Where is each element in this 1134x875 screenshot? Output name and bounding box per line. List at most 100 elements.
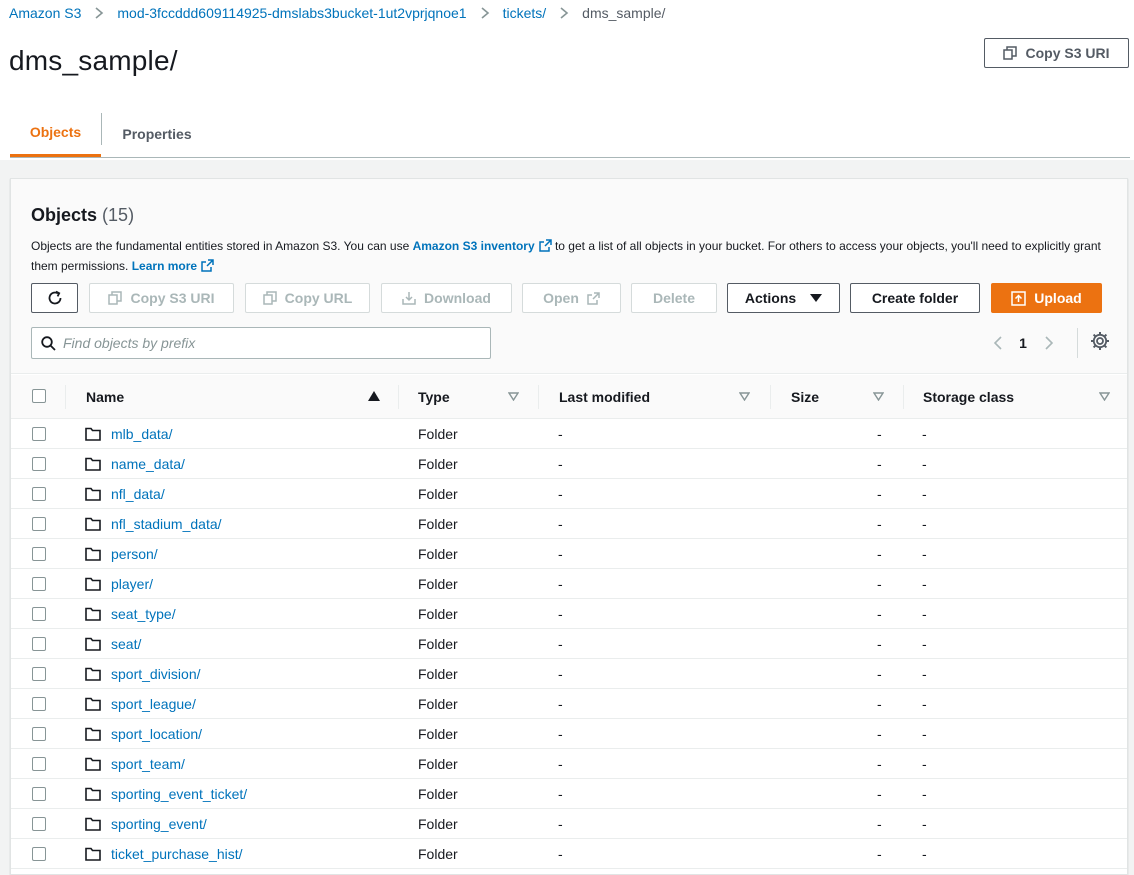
object-name-link[interactable]: seat_type/ xyxy=(111,599,176,629)
chevron-right-icon[interactable] xyxy=(1035,329,1063,357)
create-folder-button[interactable]: Create folder xyxy=(850,283,980,313)
breadcrumb-item-tickets[interactable]: tickets/ xyxy=(503,5,547,21)
column-header-size[interactable]: Size xyxy=(791,375,819,419)
object-name-link[interactable]: player/ xyxy=(111,569,153,599)
folder-icon xyxy=(85,457,101,471)
refresh-button[interactable] xyxy=(31,283,78,313)
download-button[interactable]: Download xyxy=(381,283,512,313)
pagination: 1 xyxy=(983,329,1063,357)
tab-objects[interactable]: Objects xyxy=(10,110,101,157)
sort-ascending-icon[interactable] xyxy=(368,391,380,401)
sort-icon[interactable] xyxy=(1099,392,1110,401)
object-last-modified: - xyxy=(558,816,563,832)
table-row: sport_division/ Folder - - - xyxy=(11,659,1127,689)
column-header-storage-class[interactable]: Storage class xyxy=(923,375,1014,419)
object-storage-class: - xyxy=(922,696,927,712)
sort-icon[interactable] xyxy=(508,392,519,401)
page-header: Amazon S3 mod-3fccddd609114925-dmslabs3b… xyxy=(0,0,1134,160)
object-name-link[interactable]: mlb_data/ xyxy=(111,419,172,449)
object-type: Folder xyxy=(418,726,458,742)
object-name-link[interactable]: nfl_data/ xyxy=(111,479,165,509)
object-name-link[interactable]: sport_league/ xyxy=(111,689,196,719)
object-name-link[interactable]: name_data/ xyxy=(111,449,185,479)
object-name-link[interactable]: ticket_purchase_hist/ xyxy=(111,839,243,869)
row-checkbox[interactable] xyxy=(32,697,46,711)
folder-icon xyxy=(85,787,101,801)
table-row: sport_location/ Folder - - - xyxy=(11,719,1127,749)
row-checkbox[interactable] xyxy=(32,757,46,771)
object-name-link[interactable]: sporting_event/ xyxy=(111,809,207,839)
breadcrumb-item-amazon-s3[interactable]: Amazon S3 xyxy=(9,5,81,21)
copy-url-button[interactable]: Copy URL xyxy=(245,283,370,313)
delete-button[interactable]: Delete xyxy=(631,283,717,313)
inventory-link[interactable]: Amazon S3 inventory xyxy=(413,239,552,253)
tab-properties[interactable]: Properties xyxy=(102,110,212,157)
object-storage-class: - xyxy=(922,666,927,682)
column-header-name[interactable]: Name xyxy=(86,375,124,419)
object-last-modified: - xyxy=(558,726,563,742)
actions-dropdown[interactable]: Actions xyxy=(727,283,840,313)
sort-icon[interactable] xyxy=(739,392,750,401)
row-checkbox[interactable] xyxy=(32,607,46,621)
column-header-type[interactable]: Type xyxy=(418,375,450,419)
column-divider xyxy=(65,385,66,409)
row-checkbox[interactable] xyxy=(32,577,46,591)
select-all-checkbox[interactable] xyxy=(32,389,46,403)
object-name-link[interactable]: person/ xyxy=(111,539,158,569)
row-checkbox[interactable] xyxy=(32,637,46,651)
object-type: Folder xyxy=(418,576,458,592)
object-name-link[interactable]: nfl_stadium_data/ xyxy=(111,509,222,539)
breadcrumb-item-bucket[interactable]: mod-3fccddd609114925-dmslabs3bucket-1ut2… xyxy=(117,5,466,21)
row-checkbox[interactable] xyxy=(32,517,46,531)
object-type: Folder xyxy=(418,486,458,502)
row-checkbox[interactable] xyxy=(32,667,46,681)
chevron-left-icon[interactable] xyxy=(983,329,1011,357)
table-row: nfl_stadium_data/ Folder - - - xyxy=(11,509,1127,539)
row-checkbox[interactable] xyxy=(32,547,46,561)
row-checkbox[interactable] xyxy=(32,847,46,861)
row-checkbox[interactable] xyxy=(32,817,46,831)
folder-icon xyxy=(85,667,101,681)
table-row: seat_type/ Folder - - - xyxy=(11,599,1127,629)
object-size: - xyxy=(877,606,882,622)
object-name-link[interactable]: sport_location/ xyxy=(111,719,202,749)
pager-divider xyxy=(1077,328,1078,358)
sort-icon[interactable] xyxy=(873,392,884,401)
object-size: - xyxy=(877,816,882,832)
row-checkbox[interactable] xyxy=(32,787,46,801)
object-last-modified: - xyxy=(558,846,563,862)
folder-icon xyxy=(85,817,101,831)
folder-icon xyxy=(85,637,101,651)
column-header-last-modified[interactable]: Last modified xyxy=(559,375,650,419)
object-name-link[interactable]: seat/ xyxy=(111,629,141,659)
object-name-link[interactable]: sport_division/ xyxy=(111,659,201,689)
object-name-link[interactable]: sporting_event_ticket/ xyxy=(111,779,247,809)
object-size: - xyxy=(877,846,882,862)
folder-icon xyxy=(85,697,101,711)
object-size: - xyxy=(877,756,882,772)
open-button[interactable]: Open xyxy=(522,283,621,313)
copy-s3-uri-toolbar-button[interactable]: Copy S3 URI xyxy=(89,283,234,313)
column-divider xyxy=(903,385,904,409)
search-input[interactable] xyxy=(63,328,483,358)
copy-s3-uri-button[interactable]: Copy S3 URI xyxy=(984,38,1129,68)
learn-more-link[interactable]: Learn more xyxy=(132,259,214,273)
row-checkbox[interactable] xyxy=(32,727,46,741)
object-size: - xyxy=(877,696,882,712)
table-row: seat/ Folder - - - xyxy=(11,629,1127,659)
object-last-modified: - xyxy=(558,516,563,532)
row-checkbox[interactable] xyxy=(32,457,46,471)
row-checkbox[interactable] xyxy=(32,487,46,501)
inventory-link-label: Amazon S3 inventory xyxy=(412,239,535,253)
object-name-link[interactable]: sport_team/ xyxy=(111,749,185,779)
external-link-icon xyxy=(201,259,214,272)
object-size: - xyxy=(877,486,882,502)
gear-icon[interactable] xyxy=(1089,330,1111,352)
learn-more-label: Learn more xyxy=(131,259,198,273)
object-type: Folder xyxy=(418,786,458,802)
row-checkbox[interactable] xyxy=(32,427,46,441)
object-storage-class: - xyxy=(922,606,927,622)
copy-s3-uri-toolbar-label: Copy S3 URI xyxy=(130,290,215,306)
page-number[interactable]: 1 xyxy=(1011,335,1035,351)
upload-button[interactable]: Upload xyxy=(991,283,1102,313)
